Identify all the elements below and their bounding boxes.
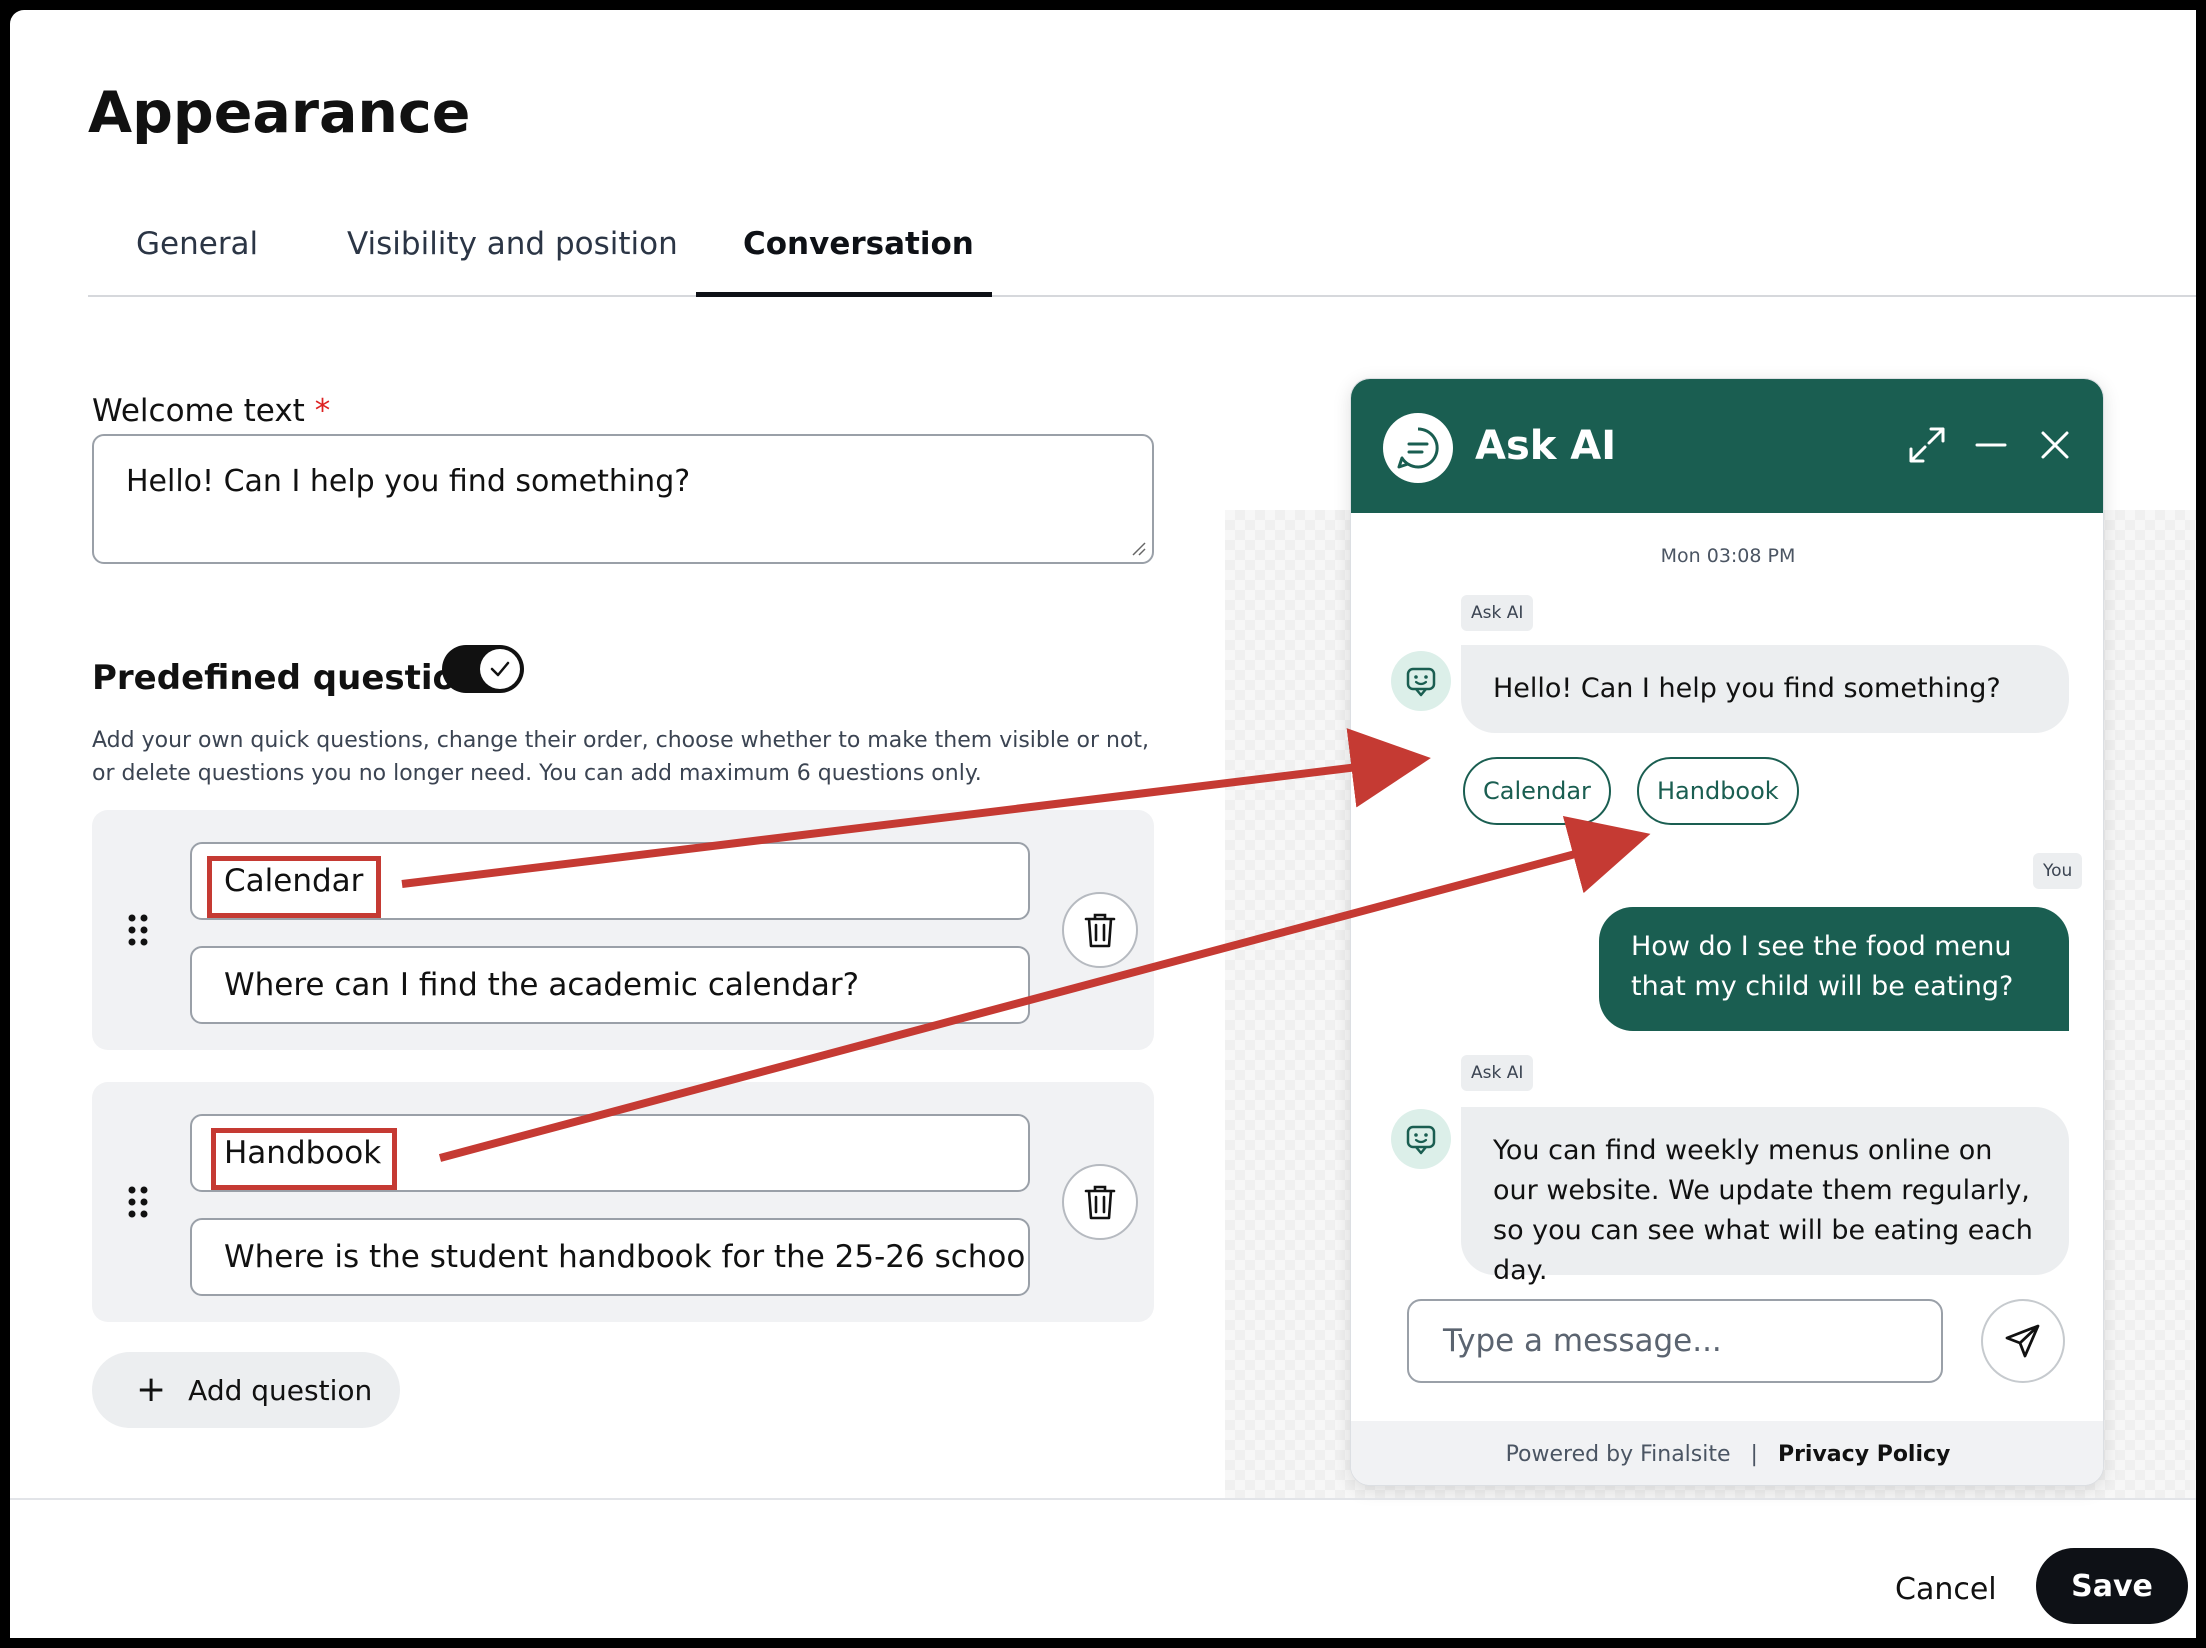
chat-message-input[interactable]: Type a message... (1407, 1299, 1943, 1383)
annotation-highlight-handbook (211, 1128, 397, 1190)
close-icon[interactable] (2035, 425, 2075, 465)
tab-bar-divider (88, 295, 2196, 297)
quick-question-chip-calendar[interactable]: Calendar (1463, 757, 1611, 825)
question-text-input[interactable]: Where can I find the academic calendar? (190, 946, 1030, 1024)
predefined-questions-toggle[interactable] (442, 645, 524, 693)
sender-tag-user: You (2033, 853, 2083, 889)
predefined-questions-description: Add your own quick questions, change the… (92, 728, 1150, 786)
tab-conversation[interactable]: Conversation (743, 226, 974, 262)
welcome-text-label-text: Welcome text (92, 393, 305, 429)
appearance-settings-window: Appearance General Visibility and positi… (10, 10, 2196, 1638)
delete-question-button[interactable] (1062, 1164, 1138, 1240)
question-card: Handbook Where is the student handbook f… (92, 1082, 1154, 1322)
question-text-input[interactable]: Where is the student handbook for the 25… (190, 1218, 1030, 1296)
footer-divider (10, 1498, 2196, 1500)
question-card: Calendar Where can I find the academic c… (92, 810, 1154, 1050)
tab-general[interactable]: General (136, 226, 258, 262)
quick-question-chip-handbook[interactable]: Handbook (1637, 757, 1799, 825)
add-question-label: Add question (188, 1373, 373, 1407)
chat-widget-preview: Ask AI Mon 03:08 PM Ask AI Hello! Can I … (1350, 378, 2104, 1486)
footer-separator: | (1750, 1441, 1758, 1467)
save-button[interactable]: Save (2036, 1548, 2188, 1624)
send-button[interactable] (1981, 1299, 2065, 1383)
user-message-bubble: How do I see the food menu that my child… (1599, 907, 2069, 1031)
chat-bubble-logo-icon (1383, 413, 1453, 483)
drag-handle-icon[interactable] (126, 1184, 150, 1220)
resize-handle-icon[interactable] (1130, 540, 1146, 556)
page-title: Appearance (88, 80, 471, 146)
welcome-text-value: Hello! Can I help you find something? (126, 464, 691, 499)
privacy-policy-link[interactable]: Privacy Policy (1778, 1442, 1950, 1467)
annotation-highlight-calendar (207, 856, 381, 918)
sender-tag-bot: Ask AI (1461, 1055, 1534, 1091)
welcome-text-input[interactable]: Hello! Can I help you find something? (92, 434, 1154, 564)
chat-title: Ask AI (1475, 423, 1617, 469)
minimize-icon[interactable] (1971, 425, 2011, 465)
cancel-button[interactable]: Cancel (1895, 1572, 1997, 1607)
check-icon (490, 661, 510, 677)
chat-timestamp: Mon 03:08 PM (1660, 545, 1796, 567)
trash-icon (1084, 1185, 1116, 1220)
bot-reply-bubble: You can find weekly menus online on our … (1461, 1107, 2069, 1286)
chat-footer: Powered by Finalsite | Privacy Policy (1351, 1421, 2103, 1485)
expand-icon[interactable] (1907, 425, 1947, 465)
delete-question-button[interactable] (1062, 892, 1138, 968)
add-question-button[interactable]: + Add question (92, 1352, 400, 1428)
predefined-questions-title: Predefined questions (92, 658, 501, 698)
drag-handle-icon[interactable] (126, 912, 150, 948)
welcome-text-label: Welcome text * (92, 393, 330, 429)
bot-avatar-icon (1391, 651, 1451, 711)
sender-tag-bot: Ask AI (1461, 595, 1534, 631)
plus-icon: + (136, 1369, 167, 1410)
bot-avatar-icon (1391, 1109, 1451, 1169)
tab-visibility-and-position[interactable]: Visibility and position (347, 226, 678, 262)
toggle-knob (480, 649, 520, 689)
active-tab-indicator (696, 292, 992, 297)
trash-icon (1084, 913, 1116, 948)
bot-message-bubble: Hello! Can I help you find something? (1461, 645, 2069, 733)
send-icon (2005, 1324, 2040, 1358)
chat-header: Ask AI (1351, 379, 2103, 513)
powered-by-text: Powered by Finalsite (1505, 1441, 1731, 1467)
required-asterisk: * (314, 393, 331, 429)
